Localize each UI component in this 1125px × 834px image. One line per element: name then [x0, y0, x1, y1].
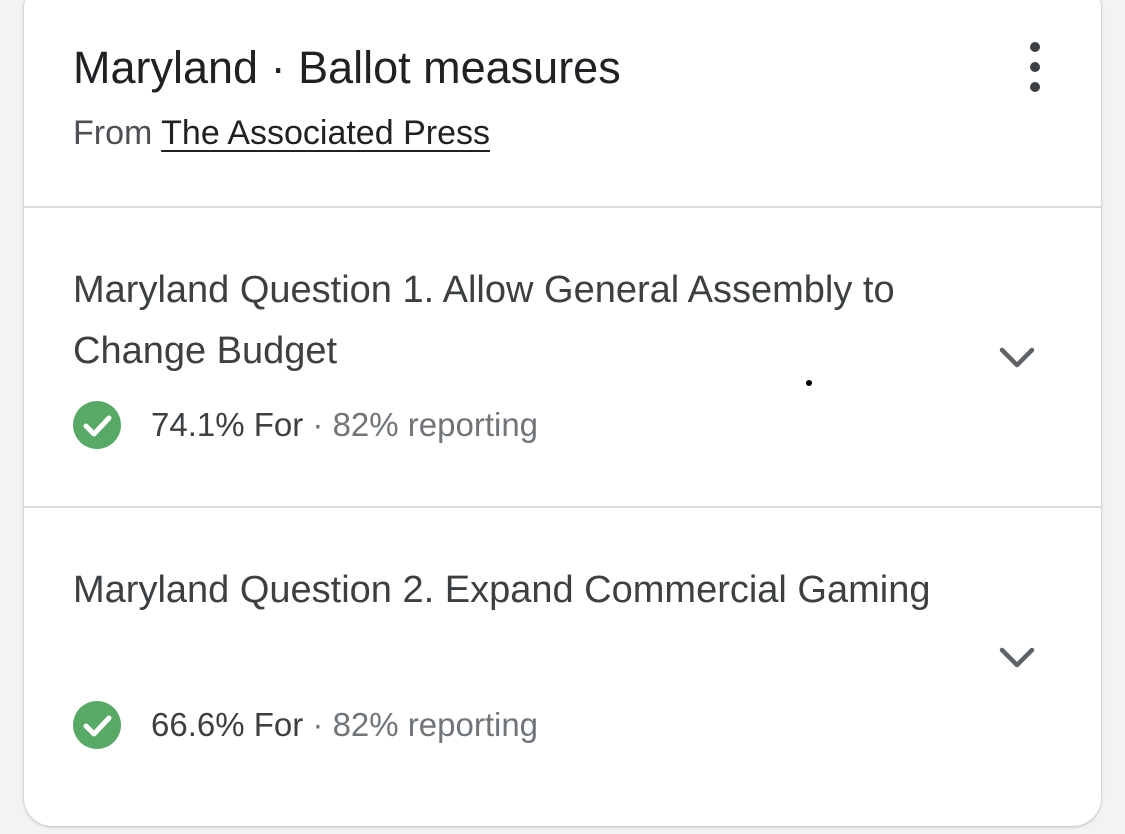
reporting-status: 82% reporting — [332, 406, 539, 443]
check-circle-icon — [73, 701, 121, 749]
result-separator: · — [303, 706, 333, 743]
check-circle-icon — [73, 401, 121, 449]
card-header: Maryland · Ballot measures From The Asso… — [24, 0, 1101, 208]
stray-dot — [806, 380, 812, 386]
reporting-status: 82% reporting — [332, 706, 539, 743]
ballot-measures-card: Maryland · Ballot measures From The Asso… — [24, 0, 1101, 826]
source-prefix: From — [73, 114, 162, 152]
source-link[interactable]: The Associated Press — [161, 114, 490, 152]
measure-row-question-1[interactable]: Maryland Question 1. Allow General Assem… — [24, 208, 1101, 508]
card-title: Maryland · Ballot measures — [73, 42, 621, 93]
result-text: 66.6% For · 82% reporting — [151, 704, 538, 746]
source-line: From The Associated Press — [73, 113, 490, 153]
result-percent: 74.1% For — [151, 406, 304, 443]
more-vert-icon-dot — [1030, 82, 1040, 92]
chevron-down-icon[interactable] — [994, 334, 1040, 380]
measure-title: Maryland Question 1. Allow General Assem… — [73, 269, 895, 372]
result-percent: 66.6% For — [151, 706, 304, 743]
more-vert-icon-dot — [1030, 62, 1040, 72]
more-options-button[interactable] — [1010, 42, 1060, 92]
measure-row-question-2[interactable]: Maryland Question 2. Expand Commercial G… — [24, 508, 1101, 806]
chevron-down-icon[interactable] — [994, 634, 1040, 680]
more-vert-icon — [1030, 42, 1040, 52]
result-text: 74.1% For · 82% reporting — [151, 404, 538, 446]
measure-title: Maryland Question 2. Expand Commercial G… — [73, 569, 931, 611]
result-separator: · — [303, 406, 333, 443]
